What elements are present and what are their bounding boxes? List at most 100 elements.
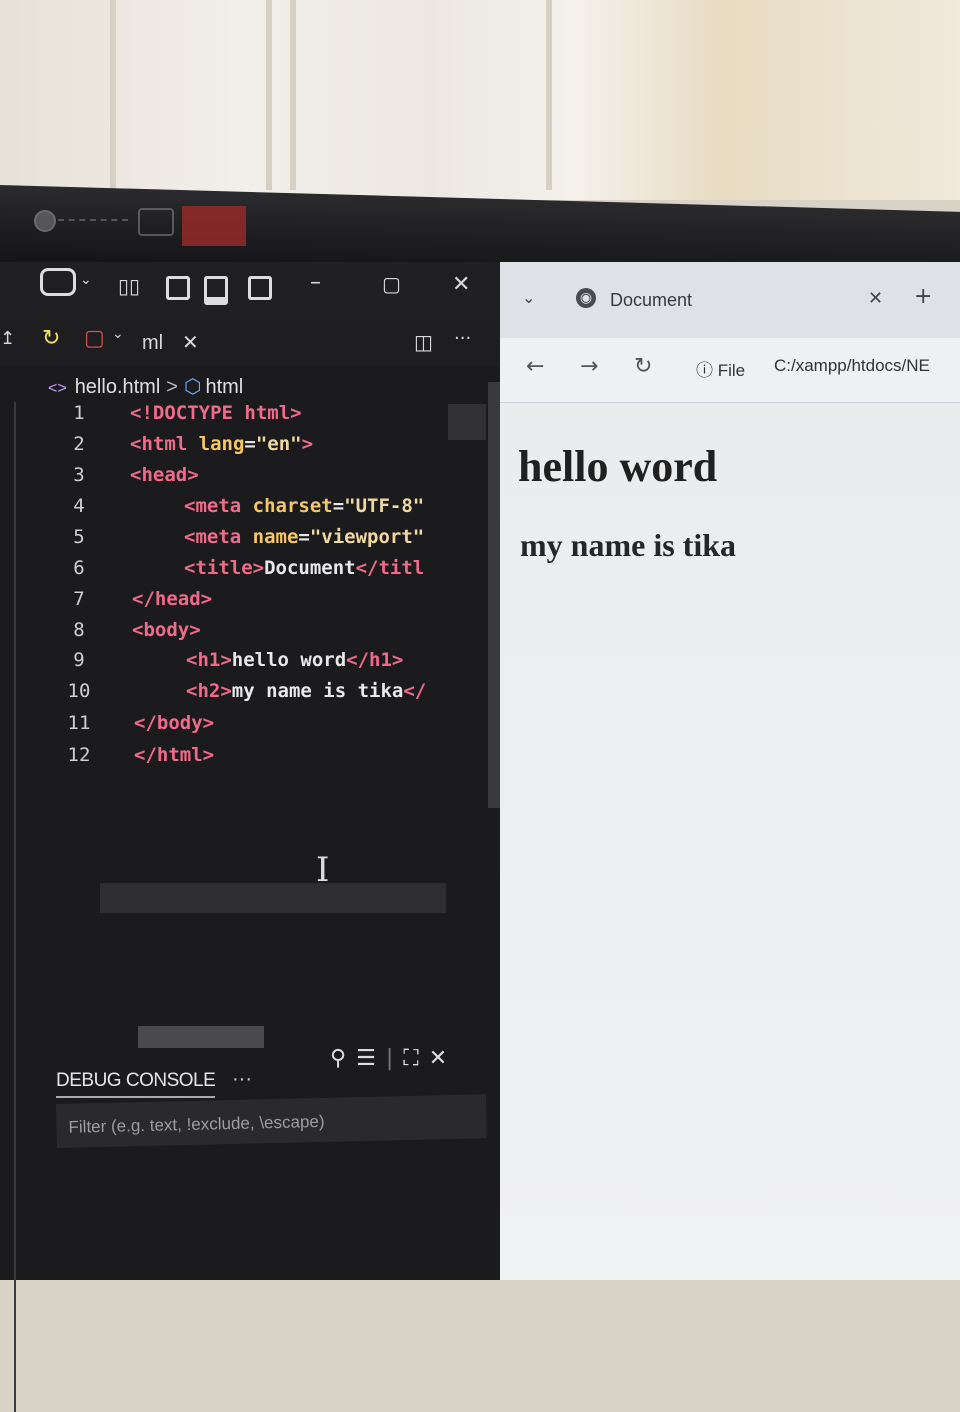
refresh-icon[interactable]: ↻ bbox=[42, 326, 60, 351]
forward-icon[interactable]: → bbox=[580, 354, 598, 379]
line-number: 5 bbox=[73, 526, 85, 548]
text-cursor-icon: I bbox=[316, 850, 330, 890]
code-line[interactable]: 7 </head> bbox=[0, 588, 460, 618]
code-line[interactable]: 4 <meta charset="UTF-8" bbox=[0, 495, 460, 525]
console-filter-input[interactable]: Filter (e.g. text, !exclude, \escape) bbox=[56, 1094, 487, 1148]
code-token: <meta bbox=[184, 526, 253, 548]
line-number: 12 bbox=[67, 744, 91, 766]
tab-search-icon[interactable]: ⌄ bbox=[522, 288, 535, 307]
code-text: <meta charset="UTF-8" bbox=[184, 495, 424, 517]
browser-toolbar: ← → ↻ ⓘ File C:/xampp/htdocs/NE bbox=[500, 338, 960, 403]
line-number: 1 bbox=[73, 402, 85, 424]
code-token: </ bbox=[403, 680, 427, 702]
close-window-icon[interactable]: ✕ bbox=[452, 272, 470, 297]
panel-more-button[interactable]: ··· bbox=[232, 1068, 252, 1091]
panel-sash[interactable] bbox=[138, 1026, 264, 1048]
browser-tab[interactable]: ◉ Document ✕ bbox=[568, 280, 898, 320]
arrow-up-icon[interactable]: ↥ bbox=[0, 328, 15, 349]
line-number: 8 bbox=[73, 619, 85, 641]
maximize-icon[interactable]: ▢ bbox=[382, 272, 401, 296]
code-text: </body> bbox=[134, 712, 214, 734]
editor-tab[interactable]: ml bbox=[142, 332, 163, 355]
page-content: hello word my name is tika bbox=[500, 403, 960, 1280]
camera-slider bbox=[58, 219, 128, 221]
chevron-down-icon[interactable]: ⌄ bbox=[112, 326, 124, 342]
code-line[interactable]: 5 <meta name="viewport" bbox=[0, 526, 460, 556]
code-token: <title> bbox=[184, 557, 265, 579]
reload-icon[interactable]: ↻ bbox=[634, 354, 652, 379]
code-token: </body> bbox=[134, 712, 215, 734]
code-token: </html> bbox=[134, 744, 215, 766]
breadcrumb-symbol[interactable]: html bbox=[205, 376, 243, 398]
code-token: </h1> bbox=[346, 649, 404, 671]
clear-console-icon[interactable]: ☰ bbox=[356, 1046, 376, 1071]
code-text: <head> bbox=[130, 464, 199, 486]
debug-console-tab[interactable]: DEBUG CONSOLE bbox=[56, 1070, 216, 1098]
more-actions-icon[interactable]: ··· bbox=[454, 328, 471, 349]
code-text: <!DOCTYPE html> bbox=[130, 402, 302, 424]
maximize-panel-icon[interactable]: ⛶ bbox=[403, 1046, 418, 1071]
toggle-sidebar-icon[interactable] bbox=[166, 276, 190, 300]
camera-shutter-icon bbox=[138, 208, 174, 236]
new-tab-icon[interactable]: + bbox=[914, 284, 932, 309]
browser-tab-strip: ⌄ ◉ Document ✕ + bbox=[500, 262, 960, 338]
code-text: </head> bbox=[132, 588, 212, 610]
line-number: 7 bbox=[73, 588, 85, 610]
code-text: </html> bbox=[134, 744, 214, 766]
back-icon[interactable]: ← bbox=[526, 354, 544, 379]
code-token: <body> bbox=[132, 619, 201, 641]
door-frame bbox=[290, 0, 552, 190]
close-tab-icon[interactable]: ✕ bbox=[868, 288, 883, 309]
code-line[interactable]: 11 </body> bbox=[0, 712, 460, 742]
code-token: "UTF-8" bbox=[344, 495, 425, 517]
site-info[interactable]: ⓘ File bbox=[696, 356, 745, 381]
code-token: "en" bbox=[255, 433, 302, 455]
code-token: = bbox=[332, 495, 345, 517]
split-editor-icon[interactable]: ◫ bbox=[414, 330, 433, 354]
line-number: 11 bbox=[67, 712, 91, 734]
code-token: lang bbox=[198, 433, 245, 455]
address-bar[interactable]: C:/xampp/htdocs/NE bbox=[774, 356, 930, 376]
code-text: <h2>my name is tika</ bbox=[186, 680, 426, 702]
toggle-panel-icon[interactable] bbox=[204, 276, 228, 305]
code-line[interactable]: 12 </html> bbox=[0, 744, 460, 774]
code-line[interactable]: 1 <!DOCTYPE html> bbox=[0, 402, 460, 432]
code-token: <meta bbox=[184, 495, 253, 517]
line-number: 3 bbox=[73, 464, 85, 486]
stop-icon[interactable]: ▢ bbox=[84, 326, 105, 351]
code-token: hello word bbox=[231, 649, 347, 671]
code-line[interactable]: 3 <head> bbox=[0, 464, 460, 494]
code-line[interactable]: 9 <h1>hello word</h1> bbox=[0, 649, 460, 679]
code-editor[interactable]: 1 <!DOCTYPE html> 2 <html lang="en"> 3 <head>… bbox=[0, 402, 500, 922]
close-panel-icon[interactable]: ✕ bbox=[429, 1046, 447, 1071]
chevron-down-icon[interactable]: ⌄ bbox=[80, 272, 92, 288]
customize-layout-icon[interactable]: ▯▯ bbox=[118, 274, 140, 298]
code-token: <!DOCTYPE html> bbox=[130, 402, 302, 424]
code-token: name bbox=[252, 526, 299, 548]
copilot-icon[interactable] bbox=[40, 268, 76, 296]
search-icon[interactable]: ⚲ bbox=[330, 1046, 346, 1071]
code-token: Document bbox=[264, 557, 356, 579]
code-token: <head> bbox=[130, 464, 199, 486]
close-tab-icon[interactable]: ✕ bbox=[182, 330, 199, 354]
toggle-secondary-sidebar-icon[interactable] bbox=[248, 276, 272, 300]
tab-bar: ↥ ↻ ▢ ⌄ ml ✕ ◫ ··· bbox=[0, 320, 500, 366]
minimize-icon[interactable]: – bbox=[310, 270, 321, 295]
code-token: my name is tika bbox=[231, 680, 404, 702]
code-token: = bbox=[244, 433, 256, 455]
screen: ⌄ ▯▯ – ▢ ✕ ↥ ↻ ▢ ⌄ ml ✕ ◫ ··· <> hello.ht… bbox=[0, 262, 960, 1412]
code-text: <title>Document</titl bbox=[184, 557, 424, 579]
line-number: 10 bbox=[67, 680, 91, 702]
code-line[interactable]: 2 <html lang="en"> bbox=[0, 433, 460, 463]
code-line[interactable]: 8 <body> bbox=[0, 619, 460, 649]
line-number: 4 bbox=[73, 495, 85, 517]
code-token: </titl bbox=[355, 557, 425, 579]
code-token: <h2> bbox=[186, 680, 232, 702]
breadcrumb-file[interactable]: hello.html bbox=[75, 376, 161, 398]
code-line[interactable]: 10 <h2>my name is tika</ bbox=[0, 680, 460, 710]
site-info-label: File bbox=[717, 361, 746, 380]
title-bar: ⌄ ▯▯ – ▢ ✕ bbox=[0, 262, 500, 320]
code-line[interactable]: 6 <title>Document</titl bbox=[0, 557, 460, 587]
page-subheading: my name is tika bbox=[520, 527, 736, 563]
browser-tab-title: Document bbox=[610, 290, 693, 310]
